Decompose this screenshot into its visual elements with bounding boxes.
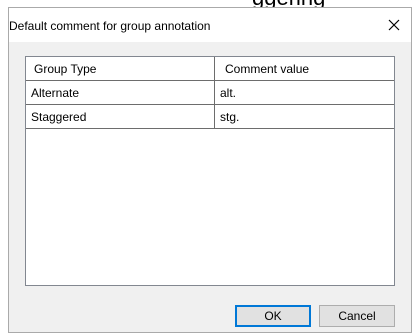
comment-value-cell[interactable]: stg. — [215, 105, 394, 128]
cancel-button[interactable]: Cancel — [319, 305, 395, 327]
group-type-cell[interactable]: Staggered — [26, 105, 215, 128]
comment-value-cell[interactable]: alt. — [215, 81, 394, 104]
ok-button[interactable]: OK — [235, 305, 311, 327]
dialog-title: Default comment for group annotation — [9, 19, 211, 33]
close-button[interactable] — [377, 8, 411, 42]
close-icon — [388, 19, 400, 31]
dialog-window: Default comment for group annotation Gro… — [8, 7, 412, 333]
table-header: Group Type Comment value — [26, 57, 394, 81]
table-row[interactable]: Staggered stg. — [26, 105, 394, 129]
group-comment-table[interactable]: Group Type Comment value Alternate alt. … — [25, 56, 395, 286]
table-row[interactable]: Alternate alt. — [26, 81, 394, 105]
title-bar: Default comment for group annotation — [9, 8, 411, 42]
column-header-comment-value[interactable]: Comment value — [215, 57, 394, 80]
group-type-cell[interactable]: Alternate — [26, 81, 215, 104]
column-header-group-type[interactable]: Group Type — [26, 57, 215, 80]
